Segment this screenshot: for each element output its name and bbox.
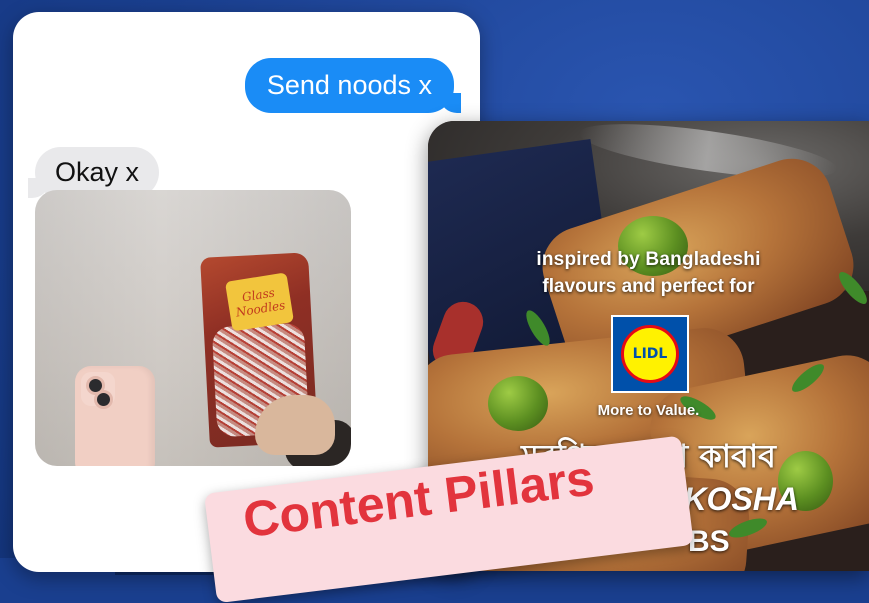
bag-label: Glass Noodles: [224, 272, 295, 332]
phone-camera-icon: [81, 372, 115, 409]
ad-caption-line2: flavours and perfect for: [542, 276, 755, 297]
lidl-tagline: More to Value.: [597, 402, 700, 419]
lidl-logo: LIDL: [611, 315, 689, 393]
outgoing-message-bubble: Send noods x: [244, 58, 462, 113]
camera-lens: [94, 390, 113, 409]
lidl-logo-text: LIDL: [632, 346, 668, 362]
noodles-photo: Glass Noodles: [35, 190, 351, 466]
ad-caption-line1: inspired by Bangladeshi: [536, 249, 761, 270]
lidl-logo-circle: LIDL: [621, 325, 679, 383]
phone-in-photo: [75, 366, 155, 466]
